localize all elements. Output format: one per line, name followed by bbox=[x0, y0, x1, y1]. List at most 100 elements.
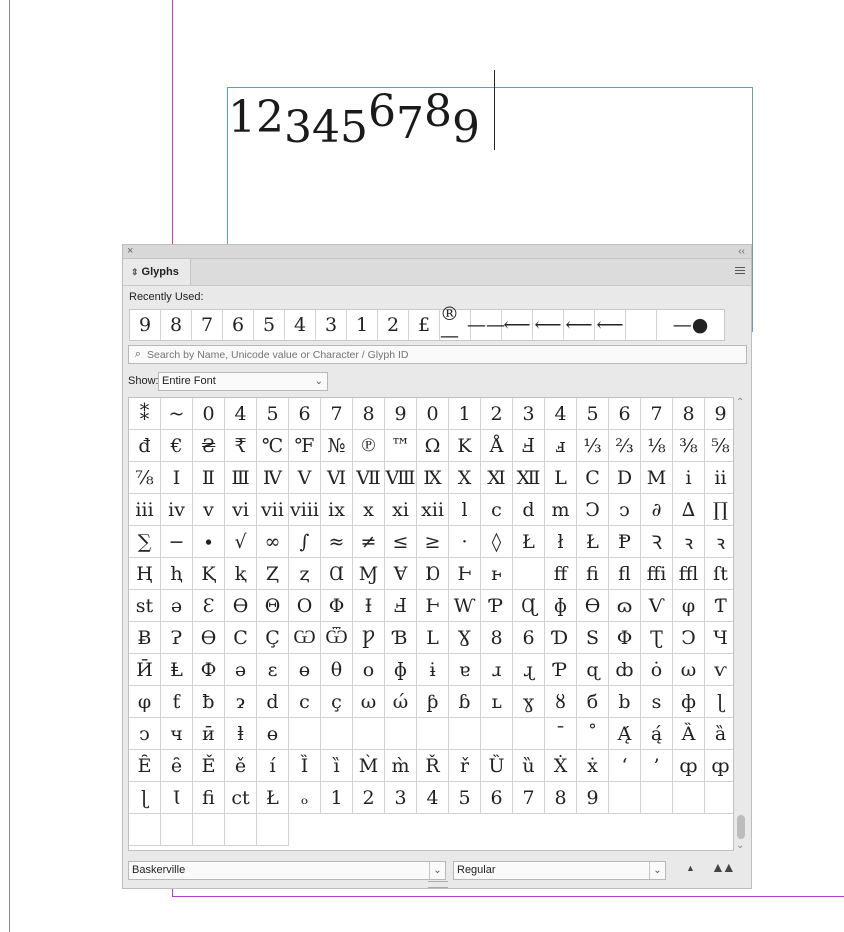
glyph-cell[interactable]: ₹ bbox=[225, 430, 257, 462]
glyph-cell[interactable]: ⱪ bbox=[225, 558, 257, 590]
glyph-cell[interactable] bbox=[257, 814, 289, 846]
glyph-cell[interactable]: ꝛ bbox=[673, 526, 705, 558]
glyph-cell[interactable]: ⅷ bbox=[289, 494, 321, 526]
glyph-cell[interactable]: Ѵ bbox=[641, 590, 673, 622]
recent-glyph-cell[interactable] bbox=[626, 310, 657, 340]
glyph-cell[interactable]: Ⅿ bbox=[641, 462, 673, 494]
panel-titlebar[interactable]: × ‹‹ bbox=[123, 245, 751, 259]
glyph-cell[interactable]: Ⅲ bbox=[225, 462, 257, 494]
glyph-cell[interactable]: ɭ bbox=[705, 686, 733, 718]
glyph-cell[interactable]: Ɣ bbox=[449, 622, 481, 654]
glyph-cell[interactable]: Ł bbox=[577, 526, 609, 558]
glyph-cell[interactable]: Ⅽ bbox=[577, 462, 609, 494]
glyph-cell[interactable]: Ł bbox=[257, 782, 289, 814]
glyph-cell[interactable]: Φ bbox=[609, 622, 641, 654]
glyph-cell[interactable]: Å bbox=[481, 430, 513, 462]
glyph-cell[interactable]: ⅓ bbox=[577, 430, 609, 462]
glyph-cell[interactable]: ɂ bbox=[225, 686, 257, 718]
recent-glyph-cell[interactable]: 1 bbox=[347, 310, 378, 340]
recent-glyph-cell[interactable]: 2 bbox=[378, 310, 409, 340]
glyph-cell[interactable]: Ɗ bbox=[545, 622, 577, 654]
glyph-cell[interactable]: K bbox=[449, 430, 481, 462]
glyph-cell[interactable]: Ⅵ bbox=[321, 462, 353, 494]
glyph-cell[interactable]: ⅲ bbox=[129, 494, 161, 526]
glyph-cell[interactable]: st bbox=[129, 590, 161, 622]
glyph-cell[interactable]: ffl bbox=[673, 558, 705, 590]
glyph-cell[interactable]: Φ bbox=[321, 590, 353, 622]
glyph-cell[interactable]: Ⅸ bbox=[417, 462, 449, 494]
glyph-cell[interactable]: Θ bbox=[257, 590, 289, 622]
glyph-cell[interactable]: ɹ bbox=[481, 654, 513, 686]
glyph-cell[interactable]: ȹ bbox=[673, 750, 705, 782]
glyph-cell[interactable]: ⅱ bbox=[705, 462, 733, 494]
show-dropdown[interactable]: Entire Font ⌄ bbox=[158, 372, 328, 391]
glyph-cell[interactable]: Ƥ bbox=[481, 590, 513, 622]
glyph-cell[interactable]: 0 bbox=[417, 398, 449, 430]
glyph-cell[interactable]: ⅽ bbox=[481, 494, 513, 526]
glyph-cell[interactable]: ct bbox=[225, 782, 257, 814]
glyph-cell[interactable]: Ѳ bbox=[577, 590, 609, 622]
glyph-cell[interactable]: ∏ bbox=[705, 494, 733, 526]
glyph-cell[interactable]: ↄ bbox=[609, 494, 641, 526]
glyph-cell[interactable]: ⅿ bbox=[545, 494, 577, 526]
glyph-cell[interactable]: Ɩ bbox=[161, 782, 193, 814]
glyph-cell[interactable]: ∞ bbox=[257, 526, 289, 558]
glyph-cell[interactable]: ∂ bbox=[641, 494, 673, 526]
glyph-cell[interactable]: Ⱪ bbox=[193, 558, 225, 590]
glyph-cell[interactable]: Ⅺ bbox=[481, 462, 513, 494]
glyph-cell[interactable]: ȁ bbox=[705, 718, 733, 750]
glyph-cell[interactable]: Ɨ bbox=[353, 590, 385, 622]
close-icon[interactable]: × bbox=[127, 245, 133, 258]
glyph-cell[interactable]: ω bbox=[673, 654, 705, 686]
glyph-cell[interactable] bbox=[417, 718, 449, 750]
glyph-grid-scrollbar[interactable]: ⌃ ⌄ bbox=[735, 397, 747, 851]
glyph-cell[interactable]: φ bbox=[673, 590, 705, 622]
glyph-cell[interactable]: ⱨ bbox=[161, 558, 193, 590]
glyph-cell[interactable]: ≥ bbox=[417, 526, 449, 558]
glyph-cell[interactable]: b bbox=[609, 686, 641, 718]
glyph-search-box[interactable]: ⌕ bbox=[128, 345, 747, 364]
glyph-cell[interactable] bbox=[289, 718, 321, 750]
glyph-cell[interactable]: 5 bbox=[449, 782, 481, 814]
glyph-cell[interactable]: Ƥ bbox=[545, 654, 577, 686]
glyph-cell[interactable]: ȕ bbox=[513, 750, 545, 782]
glyph-cell[interactable]: Ɑ bbox=[321, 558, 353, 590]
glyph-cell[interactable]: 7 bbox=[641, 398, 673, 430]
glyph-cell[interactable]: б bbox=[577, 686, 609, 718]
glyph-cell[interactable]: ɭ bbox=[129, 782, 161, 814]
glyph-cell[interactable]: 6 bbox=[481, 782, 513, 814]
glyph-cell[interactable]: ⅜ bbox=[673, 430, 705, 462]
glyph-cell[interactable]: ч bbox=[161, 718, 193, 750]
glyph-cell[interactable] bbox=[513, 718, 545, 750]
glyph-cell[interactable]: 1 bbox=[321, 782, 353, 814]
glyph-cell[interactable]: Ȕ bbox=[481, 750, 513, 782]
glyph-cell[interactable]: Ⅾ bbox=[609, 462, 641, 494]
glyph-cell[interactable]: ώ bbox=[385, 686, 417, 718]
glyph-cell[interactable]: 9 bbox=[705, 398, 733, 430]
glyph-cell[interactable]: Ɐ bbox=[385, 558, 417, 590]
glyph-cell[interactable]: ƀ bbox=[193, 686, 225, 718]
glyph-cell[interactable]: ř bbox=[449, 750, 481, 782]
scroll-thumb[interactable] bbox=[737, 815, 745, 839]
glyph-cell[interactable]: ˉ bbox=[545, 718, 577, 750]
glyph-cell[interactable]: ȇ bbox=[161, 750, 193, 782]
glyph-cell[interactable]: M̀ bbox=[353, 750, 385, 782]
glyph-cell[interactable]: ⅾ bbox=[513, 494, 545, 526]
glyph-cell[interactable]: ѵ bbox=[705, 654, 733, 686]
recent-glyph-cell[interactable]: 6 bbox=[223, 310, 254, 340]
panel-resize-grip[interactable] bbox=[428, 881, 448, 888]
glyph-cell[interactable] bbox=[225, 814, 257, 846]
glyph-cell[interactable]: 8 bbox=[481, 622, 513, 654]
recent-glyph-cell[interactable]: 8 bbox=[161, 310, 192, 340]
glyph-cell[interactable]: ~ bbox=[161, 398, 193, 430]
glyph-cell[interactable]: Ł bbox=[513, 526, 545, 558]
glyph-cell[interactable]: ɓ bbox=[449, 686, 481, 718]
scroll-down-icon[interactable]: ⌄ bbox=[736, 840, 744, 851]
glyph-cell[interactable] bbox=[129, 814, 161, 846]
glyph-cell[interactable]: ˚ bbox=[577, 718, 609, 750]
glyph-cell[interactable]: Ɱ bbox=[353, 558, 385, 590]
glyph-cell[interactable] bbox=[353, 718, 385, 750]
glyph-cell[interactable]: · bbox=[449, 526, 481, 558]
search-icon[interactable]: ⌕ bbox=[129, 348, 147, 361]
glyph-cell[interactable]: ⅸ bbox=[321, 494, 353, 526]
